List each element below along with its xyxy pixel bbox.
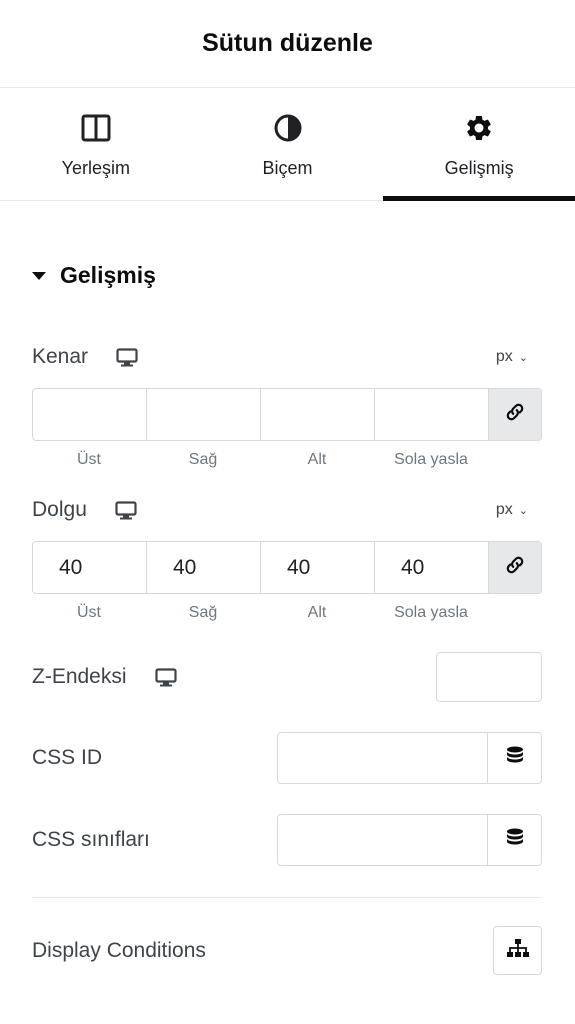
z-index-input[interactable] bbox=[436, 652, 542, 702]
side-label-left: Sola yasla bbox=[394, 451, 468, 468]
margin-dimensions bbox=[32, 388, 542, 441]
contrast-icon bbox=[270, 110, 306, 146]
side-label-bottom: Alt bbox=[307, 451, 327, 468]
desktop-icon[interactable] bbox=[115, 500, 137, 520]
divider bbox=[32, 897, 542, 898]
section-title: Gelişmiş bbox=[60, 262, 156, 288]
panel-tabs: Yerleşim Biçem Gelişmiş bbox=[0, 88, 575, 201]
margin-control-header: Kenar px ⌄ bbox=[32, 342, 542, 372]
css-classes-input[interactable] bbox=[278, 815, 488, 865]
chevron-down-icon: ⌄ bbox=[518, 351, 528, 364]
margin-left-input[interactable] bbox=[375, 389, 489, 440]
tab-style-label: Biçem bbox=[262, 158, 313, 178]
link-icon bbox=[504, 401, 526, 428]
caret-down-icon bbox=[32, 271, 46, 280]
padding-right-input[interactable]: 40 bbox=[147, 542, 261, 593]
margin-label: Kenar bbox=[32, 345, 89, 368]
padding-dimensions: 40 40 40 40 bbox=[32, 541, 542, 594]
padding-unit-select[interactable]: px ⌄ bbox=[496, 501, 528, 519]
side-label-top: Üst bbox=[77, 604, 101, 621]
database-icon bbox=[506, 828, 524, 853]
margin-side-labels: Üst Sağ Alt Sola yasla bbox=[32, 451, 488, 469]
desktop-icon[interactable] bbox=[116, 347, 138, 367]
css-id-input[interactable] bbox=[278, 733, 488, 783]
side-label-top: Üst bbox=[77, 451, 101, 468]
margin-link-button[interactable] bbox=[489, 389, 541, 440]
side-label-bottom: Alt bbox=[307, 604, 327, 621]
padding-side-labels: Üst Sağ Alt Sola yasla bbox=[32, 604, 488, 622]
side-label-right: Sağ bbox=[188, 451, 218, 468]
side-label-left: Sola yasla bbox=[394, 604, 468, 621]
link-icon bbox=[504, 554, 526, 581]
css-classes-label: CSS sınıfları bbox=[32, 828, 150, 851]
css-classes-field bbox=[277, 814, 542, 866]
panel-header: Sütun düzenle bbox=[0, 0, 575, 88]
dynamic-tags-button[interactable] bbox=[488, 733, 541, 783]
padding-top-input[interactable]: 40 bbox=[33, 542, 147, 593]
panel-title: Sütun düzenle bbox=[202, 29, 373, 57]
database-icon bbox=[506, 746, 524, 771]
tab-style[interactable]: Biçem bbox=[192, 88, 384, 200]
margin-unit-select[interactable]: px ⌄ bbox=[496, 348, 528, 366]
gear-icon bbox=[461, 110, 497, 146]
dynamic-tags-button[interactable] bbox=[488, 815, 541, 865]
section-toggle-advanced[interactable]: Gelişmiş bbox=[32, 262, 156, 289]
padding-unit-value: px bbox=[495, 501, 513, 518]
margin-bottom-input[interactable] bbox=[261, 389, 375, 440]
padding-control-header: Dolgu px ⌄ bbox=[32, 495, 542, 525]
columns-layout-icon bbox=[78, 110, 114, 146]
padding-bottom-input[interactable]: 40 bbox=[261, 542, 375, 593]
display-conditions-control: Display Conditions bbox=[32, 936, 542, 966]
display-conditions-button[interactable] bbox=[493, 926, 542, 975]
css-id-field bbox=[277, 732, 542, 784]
margin-unit-value: px bbox=[495, 348, 513, 365]
css-id-label: CSS ID bbox=[32, 746, 103, 769]
tab-layout-label: Yerleşim bbox=[61, 158, 131, 178]
chevron-down-icon: ⌄ bbox=[518, 504, 528, 517]
desktop-icon[interactable] bbox=[154, 667, 177, 687]
padding-label: Dolgu bbox=[32, 498, 87, 521]
padding-link-button[interactable] bbox=[489, 542, 541, 593]
tab-advanced[interactable]: Gelişmiş bbox=[383, 88, 575, 201]
tab-advanced-label: Gelişmiş bbox=[444, 158, 514, 178]
margin-right-input[interactable] bbox=[147, 389, 261, 440]
side-label-right: Sağ bbox=[188, 604, 218, 621]
padding-left-input[interactable]: 40 bbox=[375, 542, 489, 593]
sitemap-icon bbox=[506, 938, 530, 963]
display-conditions-label: Display Conditions bbox=[32, 939, 206, 962]
margin-top-input[interactable] bbox=[33, 389, 147, 440]
z-index-label: Z-Endeksi bbox=[32, 665, 127, 688]
tab-layout[interactable]: Yerleşim bbox=[0, 88, 192, 200]
